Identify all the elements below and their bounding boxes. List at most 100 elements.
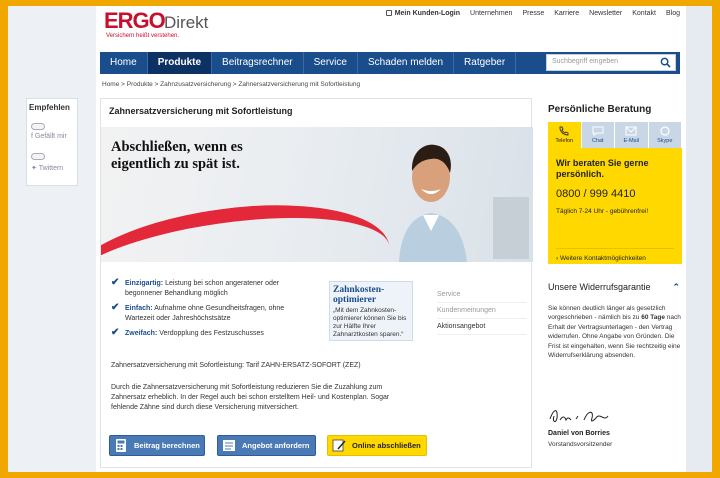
bullet-item: ✔ Einzigartig: Leistung bei schon angerat… <box>111 277 311 299</box>
bullet-bold: Einzigartig: <box>125 280 164 287</box>
hero-red-swoosh <box>101 186 398 262</box>
nav-produkte[interactable]: Produkte <box>147 52 213 74</box>
guarantee-days: 60 Tage <box>641 314 665 322</box>
search-input[interactable]: Suchbegriff eingeben <box>546 54 676 71</box>
more-contact-label: Weitere Kontaktmöglichkeiten <box>559 255 646 262</box>
nav-schaden-melden[interactable]: Schaden melden <box>358 52 455 74</box>
tab-skype-label: Skype <box>657 138 673 144</box>
page: ERGO Direkt Versichern heißt verstehen. … <box>96 6 686 472</box>
skype-icon <box>660 126 670 136</box>
left-gutter: Empfehlen f Gefällt mir ✦ Twittern <box>8 6 96 472</box>
guarantee-title: Unsere Widerrufsgarantie <box>548 282 651 292</box>
online-signup-button[interactable]: Online abschließen <box>327 435 427 456</box>
tab-service[interactable]: Service <box>437 287 527 303</box>
tab-telefon-label: Telefon <box>555 138 574 144</box>
signer-name: Daniel von Borries <box>548 430 610 437</box>
hero-banner: Abschließen, wenn es eigentlich zu spät i… <box>101 127 533 262</box>
customer-login-link[interactable]: Mein Kunden-Login <box>385 10 461 17</box>
request-offer-label: Angebot anfordern <box>242 441 310 450</box>
side-tabs: Service Kundenmeinungen Aktionsangebot <box>437 287 527 335</box>
facebook-toggle[interactable] <box>31 123 45 130</box>
share-box: Empfehlen f Gefällt mir ✦ Twittern <box>26 98 78 186</box>
guarantee-header[interactable]: Unsere Widerrufsgarantie ⌃ <box>548 282 682 292</box>
request-offer-button[interactable]: Angebot anfordern <box>217 435 316 456</box>
page-title: Zahnersatzversicherung mit Sofortleistun… <box>109 106 293 116</box>
guarantee-text: Sie können deutlich länger als gesetzlic… <box>548 304 682 360</box>
topnav-blog[interactable]: Blog <box>666 10 680 17</box>
search-icon[interactable] <box>660 57 671 68</box>
breadcrumb[interactable]: Home > Produkte > Zahnzusatzversicherung… <box>102 81 360 88</box>
topnav-karriere[interactable]: Karriere <box>554 10 579 17</box>
twitter-icon: ✦ <box>31 165 39 172</box>
calculator-icon <box>116 439 126 452</box>
topnav-kontakt[interactable]: Kontakt <box>632 10 656 17</box>
hero-person-image <box>399 144 467 262</box>
twitter-link[interactable]: ✦ Twittern <box>31 164 63 172</box>
nav-home[interactable]: Home <box>100 52 148 74</box>
online-signup-label: Online abschließen <box>352 441 421 450</box>
hero-headline: Abschließen, wenn es eigentlich zu spät i… <box>111 139 243 173</box>
share-title: Empfehlen <box>29 103 70 112</box>
content-column: Zahnersatzversicherung mit Sofortleistun… <box>96 96 536 472</box>
tab-email[interactable]: E-Mail <box>615 122 649 148</box>
nav-beitragsrechner[interactable]: Beitragsrechner <box>212 52 304 74</box>
facebook-like-link[interactable]: f Gefällt mir <box>31 133 67 140</box>
consult-callout: Wir beraten Sie gerne persönlich. <box>556 158 649 179</box>
tab-chat-label: Chat <box>591 138 604 144</box>
tariff-line: Zahnersatzversicherung mit Sofortleistun… <box>111 362 361 369</box>
topnav-newsletter[interactable]: Newsletter <box>589 10 622 17</box>
tab-skype[interactable]: Skype <box>648 122 682 148</box>
product-description: Durch die Zahnersatzversicherung mit Sof… <box>111 384 390 411</box>
signer-title: Vorstandsvorsitzender <box>548 441 613 448</box>
twitter-label: Twittern <box>38 165 64 172</box>
tab-aktionsangebot[interactable]: Aktionsangebot <box>437 319 527 335</box>
top-navigation: Mein Kunden-Login Unternehmen Presse Kar… <box>385 10 680 17</box>
logo-tagline: Versichern heißt verstehen. <box>106 33 180 39</box>
phone-icon <box>559 126 569 136</box>
search-placeholder: Suchbegriff eingeben <box>552 58 619 65</box>
logo-direkt: Direkt <box>164 13 209 32</box>
checkmark-icon: ✔ <box>111 327 120 338</box>
bullet-text: Verdopplung des Festzuschusses <box>159 330 264 337</box>
email-icon <box>625 126 637 136</box>
nav-ratgeber[interactable]: Ratgeber <box>454 52 517 74</box>
customer-login-label: Mein Kunden-Login <box>394 10 461 17</box>
pen-document-icon <box>332 439 346 452</box>
contact-tabs: Telefon Chat E-Mail Skype <box>548 122 682 148</box>
lock-icon <box>385 10 392 17</box>
logo-ergo: ERGO <box>104 8 166 33</box>
optimizer-title: Zahnkosten-optimierer <box>333 285 385 305</box>
dental-chair-image <box>493 197 529 259</box>
bullet-bold: Zweifach: <box>125 330 158 337</box>
chevron-up-icon[interactable]: ⌃ <box>672 282 680 293</box>
tab-kundenmeinungen[interactable]: Kundenmeinungen <box>437 303 527 319</box>
main-navigation: Home Produkte Beitragsrechner Service Sc… <box>100 52 680 74</box>
signature-image <box>549 410 609 423</box>
calculate-premium-label: Beitrag berechnen <box>134 441 200 450</box>
checkmark-icon: ✔ <box>111 277 120 288</box>
tab-email-label: E-Mail <box>623 138 640 144</box>
phone-contact-panel: Wir beraten Sie gerne persönlich. 0800 /… <box>548 148 682 264</box>
nav-service[interactable]: Service <box>304 52 358 74</box>
consultation-heading: Persönliche Beratung <box>548 104 652 115</box>
topnav-unternehmen[interactable]: Unternehmen <box>470 10 512 17</box>
more-contact-link[interactable]: › Weitere Kontaktmöglichkeiten <box>556 248 674 262</box>
right-gutter <box>686 6 712 472</box>
document-icon <box>223 440 235 451</box>
phone-number[interactable]: 0800 / 999 4410 <box>556 188 636 200</box>
tab-chat[interactable]: Chat <box>581 122 615 148</box>
phone-hours: Täglich 7-24 Uhr - gebührenfrei! <box>556 208 649 215</box>
twitter-toggle[interactable] <box>31 153 45 160</box>
topnav-presse[interactable]: Presse <box>522 10 544 17</box>
hero-line-1: Abschließen, wenn es <box>111 139 243 155</box>
bullet-bold: Einfach: <box>125 305 153 312</box>
chat-icon <box>592 126 604 136</box>
optimizer-quote: „Mit dem Zahnkosten-optimierer können Si… <box>333 307 407 338</box>
calculate-premium-button[interactable]: Beitrag berechnen <box>109 435 205 456</box>
product-box: Zahnersatzversicherung mit Sofortleistun… <box>100 98 533 468</box>
tab-telefon[interactable]: Telefon <box>548 122 582 148</box>
zahnkostenoptimierer-teaser[interactable]: Zahnkosten-optimierer „Mit dem Zahnkoste… <box>329 281 413 341</box>
facebook-like-label: Gefällt mir <box>34 133 67 140</box>
bullet-item: ✔ Einfach: Aufnahme ohne Gesundheitsfrage… <box>111 303 311 324</box>
browser-frame: Empfehlen f Gefällt mir ✦ Twittern ERGO … <box>8 6 712 472</box>
